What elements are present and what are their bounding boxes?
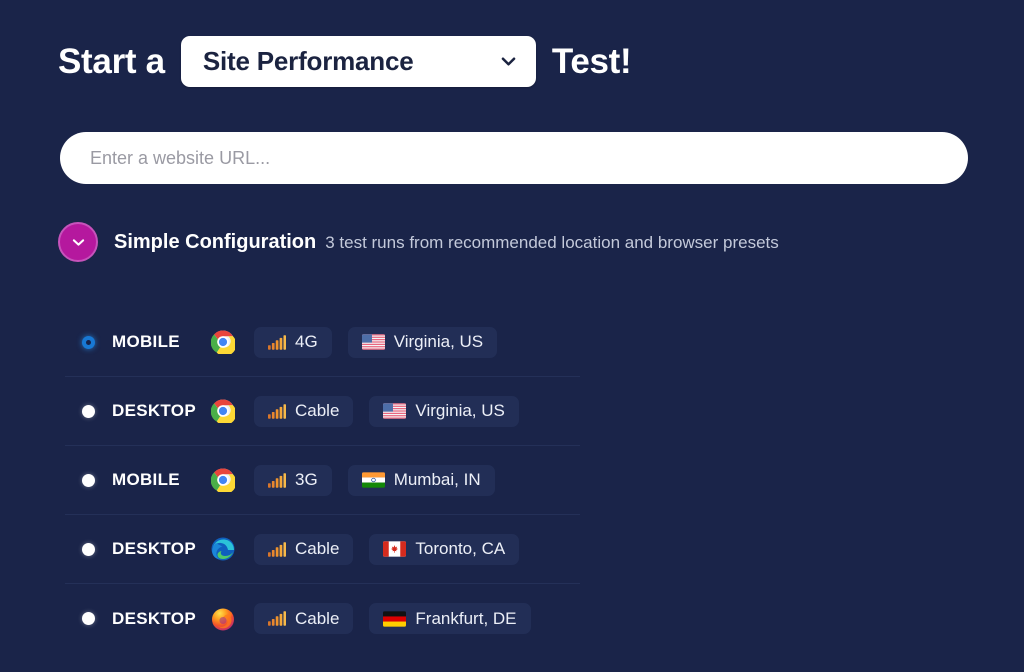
preset-connection-label: Cable xyxy=(295,401,339,421)
preset-location-label: Virginia, US xyxy=(394,332,483,352)
preset-device-label: MOBILE xyxy=(112,332,209,352)
preset-radio[interactable] xyxy=(82,336,95,349)
preset-list: MOBILE 4G Virginia, US DESKTOP Cable Virginia… xyxy=(65,308,580,653)
flag-in-icon xyxy=(362,472,385,488)
signal-bars-icon xyxy=(268,542,286,557)
page-title: Start a Site Performance Test! xyxy=(58,36,631,87)
preset-radio[interactable] xyxy=(82,543,95,556)
preset-location-pill[interactable]: Toronto, CA xyxy=(369,534,519,565)
signal-bars-icon xyxy=(268,473,286,488)
flag-us-icon xyxy=(362,334,385,350)
preset-location-pill[interactable]: Frankfurt, DE xyxy=(369,603,530,634)
preset-row[interactable]: MOBILE 3G Mumbai, IN xyxy=(65,446,580,515)
preset-connection-pill[interactable]: Cable xyxy=(254,534,353,565)
preset-device-label: DESKTOP xyxy=(112,401,209,421)
test-type-dropdown[interactable]: Site Performance xyxy=(181,36,536,87)
preset-location-label: Toronto, CA xyxy=(415,539,505,559)
chevron-down-icon xyxy=(499,52,518,71)
configuration-subtitle: 3 test runs from recommended location an… xyxy=(325,233,779,253)
headline-suffix: Test! xyxy=(552,42,632,82)
configuration-collapse-button[interactable] xyxy=(58,222,98,262)
preset-row[interactable]: MOBILE 4G Virginia, US xyxy=(65,308,580,377)
page-root: Start a Site Performance Test! Simple Co… xyxy=(0,0,1024,672)
preset-location-pill[interactable]: Virginia, US xyxy=(348,327,497,358)
preset-radio[interactable] xyxy=(82,405,95,418)
signal-bars-icon xyxy=(268,404,286,419)
preset-device-label: DESKTOP xyxy=(112,539,209,559)
firefox-icon xyxy=(211,607,235,631)
preset-location-pill[interactable]: Virginia, US xyxy=(369,396,518,427)
flag-ca-icon xyxy=(383,541,406,557)
url-input[interactable] xyxy=(60,132,968,184)
preset-connection-pill[interactable]: 4G xyxy=(254,327,332,358)
chevron-down-icon xyxy=(70,234,87,251)
preset-connection-label: Cable xyxy=(295,609,339,629)
flag-de-icon xyxy=(383,611,406,627)
preset-connection-label: 3G xyxy=(295,470,318,490)
preset-location-label: Frankfurt, DE xyxy=(415,609,516,629)
preset-row[interactable]: DESKTOP Cable Frankfurt, DE xyxy=(65,584,580,653)
preset-connection-pill[interactable]: Cable xyxy=(254,396,353,427)
preset-location-label: Mumbai, IN xyxy=(394,470,481,490)
preset-row[interactable]: DESKTOP Cable Toronto, CA xyxy=(65,515,580,584)
edge-icon xyxy=(211,537,235,561)
preset-device-label: MOBILE xyxy=(112,470,209,490)
preset-connection-label: 4G xyxy=(295,332,318,352)
preset-location-label: Virginia, US xyxy=(415,401,504,421)
preset-connection-pill[interactable]: Cable xyxy=(254,603,353,634)
preset-device-label: DESKTOP xyxy=(112,609,209,629)
preset-location-pill[interactable]: Mumbai, IN xyxy=(348,465,495,496)
chrome-icon xyxy=(211,330,235,354)
signal-bars-icon xyxy=(268,611,286,626)
headline-prefix: Start a xyxy=(58,42,165,82)
preset-connection-label: Cable xyxy=(295,539,339,559)
preset-radio[interactable] xyxy=(82,612,95,625)
test-type-value: Site Performance xyxy=(203,46,414,77)
signal-bars-icon xyxy=(268,335,286,350)
flag-us-icon xyxy=(383,403,406,419)
chrome-icon xyxy=(211,399,235,423)
chrome-icon xyxy=(211,468,235,492)
configuration-header: Simple Configuration 3 test runs from re… xyxy=(58,222,779,262)
preset-connection-pill[interactable]: 3G xyxy=(254,465,332,496)
preset-radio[interactable] xyxy=(82,474,95,487)
configuration-title: Simple Configuration xyxy=(114,231,316,254)
preset-row[interactable]: DESKTOP Cable Virginia, US xyxy=(65,377,580,446)
